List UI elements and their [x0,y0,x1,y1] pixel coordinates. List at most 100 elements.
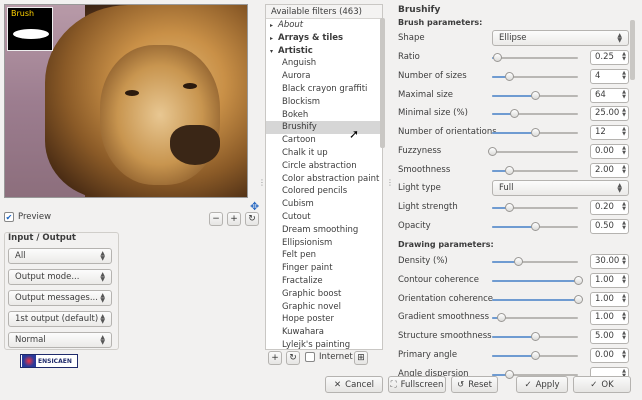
slider-handle[interactable] [574,294,583,304]
filter-category[interactable]: ▾ Artistic [266,45,382,58]
filter-category[interactable]: ▸ Arrays & tiles [266,32,382,45]
param-slider[interactable] [492,90,578,100]
spin-arrows-icon[interactable]: ▲▼ [622,293,626,304]
filter-item[interactable]: Graphic novel [266,301,382,314]
filter-item[interactable]: Black crayon graffiti [266,83,382,96]
spin-arrows-icon[interactable]: ▲▼ [622,127,626,137]
filter-item[interactable]: Circle abstraction [266,160,382,173]
preview-toggle[interactable]: ✔ Preview [4,212,51,222]
slider-handle[interactable] [531,221,540,231]
internet-toggle[interactable]: Internet [305,352,353,362]
spin-arrows-icon[interactable]: ▲▼ [622,256,626,266]
filter-item[interactable]: Fractalize [266,275,382,288]
collapsed-arrow-icon[interactable]: ▸ [270,33,278,45]
filter-item[interactable]: Colored pencils [266,185,382,198]
output-mode-select[interactable]: Output mode... ▲ ▼ [8,269,112,285]
param-slider[interactable] [492,257,578,266]
param-slider[interactable] [492,53,578,62]
spin-arrows-icon[interactable]: ▲▼ [622,331,626,341]
light-type-select[interactable]: Full ▲ ▼ [492,180,629,196]
param-slider[interactable] [492,275,583,285]
add-fave-button[interactable]: + [268,351,282,365]
filter-item[interactable]: Graphic boost [266,288,382,301]
param-spinbox[interactable]: 1.00 ▲ ▼ [590,310,629,326]
param-slider[interactable] [492,203,578,212]
slider-handle[interactable] [488,147,497,156]
spin-arrows-icon[interactable]: ▲▼ [622,220,626,231]
slider-handle[interactable] [531,90,540,100]
slider-handle[interactable] [531,128,540,138]
filter-item[interactable]: Dream smoothing [266,224,382,237]
preview-output-select[interactable]: 1st output (default) ▲ ▼ [8,311,112,327]
slider-handle[interactable] [493,53,503,62]
param-spinbox[interactable]: 1.00 ▲ ▼ [590,272,629,288]
slider-handle[interactable] [531,332,540,342]
cancel-button[interactable]: ✕ Cancel [325,376,383,393]
input-layers-select[interactable]: All ▲ ▼ [8,248,112,264]
preview-image[interactable]: Brush [4,4,248,198]
spin-arrows-icon[interactable]: ▲▼ [622,89,626,100]
slider-handle[interactable] [531,351,540,360]
refresh-filters-button[interactable]: ↻ [286,351,300,365]
collapsed-arrow-icon[interactable]: ▸ [270,20,278,32]
ok-button[interactable]: ✓ OK [573,376,631,393]
param-slider[interactable] [492,128,578,138]
filter-category[interactable]: ▸ About [266,19,382,32]
filter-item[interactable]: Aurora [266,70,382,83]
filter-item[interactable]: Chalk it up [266,147,382,160]
param-spinbox[interactable]: 0.20 ▲ ▼ [590,200,629,215]
param-spinbox[interactable]: 1.00 ▲ ▼ [590,291,629,307]
param-slider[interactable] [492,221,578,231]
param-spinbox[interactable]: 2.00 ▲ ▼ [590,162,629,178]
param-spinbox[interactable]: 0.25 ▲ ▼ [590,50,629,65]
param-spinbox[interactable]: 64 ▲ ▼ [590,87,629,103]
slider-handle[interactable] [505,165,515,175]
spin-arrows-icon[interactable]: ▲▼ [622,274,626,285]
spin-arrows-icon[interactable]: ▲▼ [622,70,626,81]
filter-item[interactable]: Blockism [266,96,382,109]
slider-handle[interactable] [574,275,583,285]
spin-arrows-icon[interactable]: ▲▼ [622,164,626,175]
param-slider[interactable] [492,332,578,342]
param-slider[interactable] [492,109,578,119]
param-spinbox[interactable]: 25.00 ▲ ▼ [590,106,629,122]
slider-handle[interactable] [505,369,515,379]
param-spinbox[interactable]: 0.50 ▲ ▼ [590,218,629,234]
fullscreen-button[interactable]: ⛶ Fullscreen [388,376,446,393]
filter-item[interactable]: Cartoon [266,134,382,147]
filter-item[interactable]: Bokeh [266,109,382,122]
param-slider[interactable] [488,147,578,156]
slider-handle[interactable] [513,257,523,266]
param-spinbox[interactable]: 5.00 ▲ ▼ [590,329,629,345]
filter-tree[interactable]: Available filters (463) ▸ About ▸ Arrays & … [265,4,383,350]
filter-item[interactable]: Kuwahara [266,326,382,339]
param-slider[interactable] [492,351,578,360]
preview-mode-select[interactable]: Normal ▲ ▼ [8,332,112,348]
filter-item[interactable]: Cubism [266,198,382,211]
param-spinbox[interactable]: 30.00 ▲ ▼ [590,254,629,269]
reset-button[interactable]: ↺ Reset [451,376,498,393]
spin-arrows-icon[interactable]: ▲▼ [622,52,626,62]
output-messages-select[interactable]: Output messages... ▲ ▼ [8,290,112,306]
filter-item[interactable]: Ellipsionism [266,237,382,250]
shape-select[interactable]: Ellipse ▲ ▼ [492,30,629,46]
params-scrollbar[interactable] [630,20,635,80]
param-spinbox[interactable]: 0.00 ▲ ▼ [590,348,629,363]
apply-button[interactable]: ✓ Apply [516,376,568,393]
param-spinbox[interactable]: 4 ▲ ▼ [590,68,629,84]
spin-arrows-icon[interactable]: ▲▼ [622,350,626,360]
zoom-out-button[interactable]: − [209,212,223,226]
param-spinbox[interactable]: 12 ▲ ▼ [590,125,629,141]
internet-checkbox[interactable] [305,352,315,362]
param-spinbox[interactable]: 0.00 ▲ ▼ [590,144,629,159]
param-slider[interactable] [492,313,578,323]
preview-checkbox[interactable]: ✔ [4,212,14,222]
filter-scrollbar[interactable] [380,18,385,148]
slider-handle[interactable] [496,313,506,323]
slider-handle[interactable] [505,203,515,212]
expand-collapse-button[interactable]: ⊞ [354,351,368,365]
zoom-in-button[interactable]: + [227,212,241,226]
filter-item[interactable]: Lylejk's painting [266,339,382,352]
param-slider[interactable] [492,71,578,81]
filter-item[interactable]: Finger paint [266,262,382,275]
